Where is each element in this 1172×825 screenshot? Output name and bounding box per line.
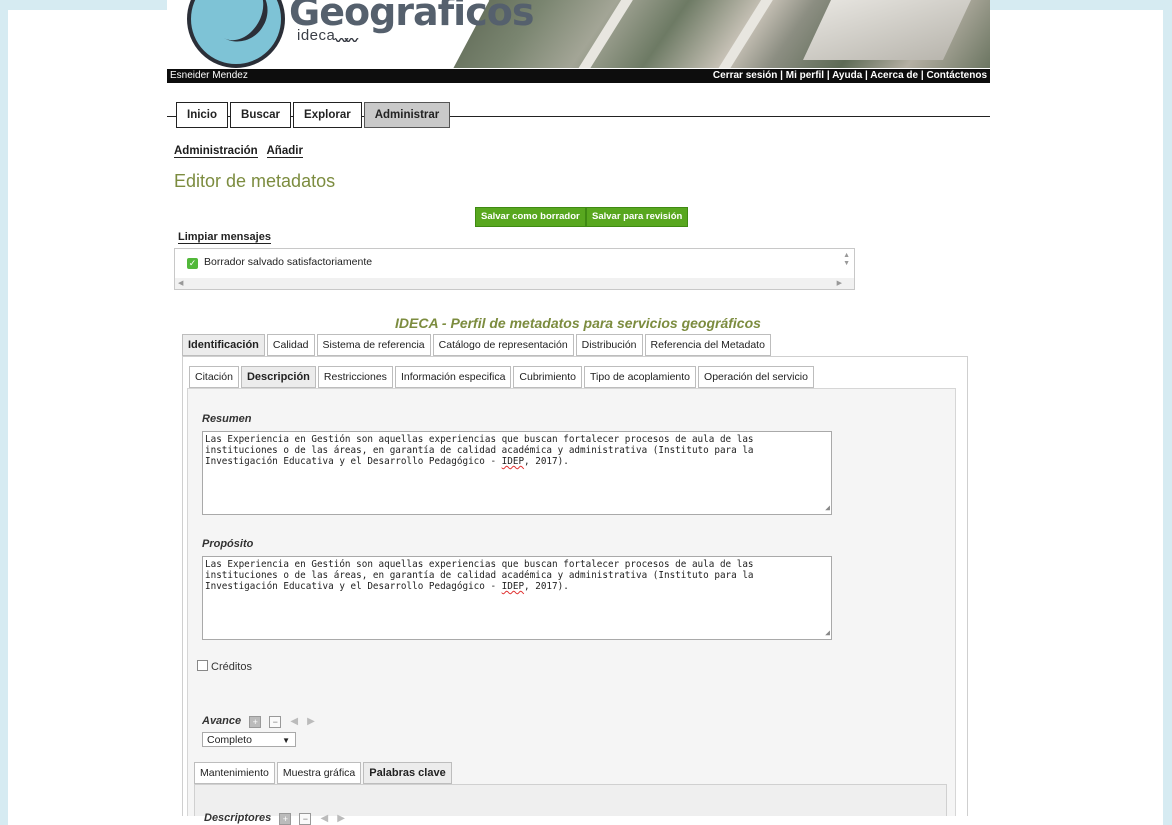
logo-waves-icon: 〰〰 (335, 33, 358, 48)
proposito-label: Propósito (202, 538, 254, 550)
my-profile-link[interactable]: Mi perfil (786, 70, 824, 81)
proposito-line: instituciones o de las áreas, en garantí… (205, 570, 754, 581)
scroll-down-icon[interactable]: ▼ (843, 260, 850, 267)
resumen-line: , 2017). (524, 456, 569, 467)
about-link[interactable]: Acerca de (870, 70, 918, 81)
proposito-line: , 2017). (524, 581, 569, 592)
tab-distribucion[interactable]: Distribución (575, 334, 643, 356)
main-nav: Inicio Buscar Explorar Administrar (176, 102, 452, 128)
proposito-line: Las Experiencia en Gestión son aquellas … (205, 559, 754, 570)
breadcrumb: Administración Añadir (174, 145, 309, 158)
logout-link[interactable]: Cerrar sesión (713, 70, 777, 81)
contact-link[interactable]: Contáctenos (926, 70, 987, 81)
resumen-textarea[interactable]: Las Experiencia en Gestión son aquellas … (202, 431, 832, 515)
horizontal-scrollbar[interactable]: ◀ ▶ (175, 278, 854, 289)
add-icon[interactable]: + (279, 813, 292, 825)
banner-road-graphic (571, 0, 633, 68)
avance-selected-value: Completo (207, 734, 252, 746)
inner-tabs: Mantenimiento Muestra gráfica Palabras c… (194, 762, 454, 784)
resumen-line: instituciones o de las áreas, en garantí… (205, 445, 754, 456)
avance-label: Avance (202, 715, 242, 727)
header-banner: Geograficos ideca 〰〰 (167, 0, 990, 68)
proposito-textarea[interactable]: Las Experiencia en Gestión son aquellas … (202, 556, 832, 640)
tab-descripcion[interactable]: Descripción (240, 366, 316, 388)
resumen-line: Investigación Educativa y el Desarrollo … (205, 456, 502, 467)
tab-muestra-grafica[interactable]: Muestra gráfica (276, 762, 362, 784)
scroll-right-icon[interactable]: ▶ (837, 279, 842, 287)
page-title: Editor de metadatos (174, 171, 336, 191)
nav-tab-buscar[interactable]: Buscar (230, 102, 292, 128)
user-name: Esneider Mendez (170, 70, 248, 81)
move-left-icon[interactable]: ◀ (320, 813, 328, 824)
move-right-icon[interactable]: ▶ (337, 813, 345, 824)
tab-tipo-acoplamiento[interactable]: Tipo de acoplamiento (584, 366, 697, 388)
creditos-label: Créditos (211, 661, 252, 673)
clear-messages-link[interactable]: Limpiar mensajes (178, 231, 271, 244)
resize-handle-icon[interactable]: ◢ (825, 627, 830, 638)
tab-informacion-especifica[interactable]: Información especifica (394, 366, 512, 388)
avance-row: Avance + − ◀ ▶ (202, 715, 315, 728)
resumen-line: Las Experiencia en Gestión son aquellas … (205, 434, 754, 445)
move-left-icon[interactable]: ◀ (290, 716, 298, 727)
tab-identificacion[interactable]: Identificación (182, 334, 265, 356)
creditos-field: Créditos (197, 660, 252, 673)
scroll-up-icon[interactable]: ▲ (843, 252, 850, 259)
tab-calidad[interactable]: Calidad (266, 334, 315, 356)
descriptores-label: Descriptores (204, 812, 272, 824)
breadcrumb-administracion[interactable]: Administración (174, 145, 258, 158)
scroll-left-icon[interactable]: ◀ (178, 279, 183, 287)
tab-mantenimiento[interactable]: Mantenimiento (194, 762, 275, 784)
tab-citacion[interactable]: Citación (189, 366, 239, 388)
creditos-checkbox[interactable] (197, 660, 208, 671)
nav-tab-inicio[interactable]: Inicio (176, 102, 229, 128)
help-link[interactable]: Ayuda (832, 70, 862, 81)
descriptores-row: Descriptores + − ◀ ▶ (204, 812, 345, 825)
save-draft-button[interactable]: Salvar como borrador (475, 207, 586, 227)
tab-referencia-metadato[interactable]: Referencia del Metadato (644, 334, 771, 356)
globe-logo-icon (187, 0, 285, 68)
message-item: ✓ Borrador salvado satisfactoriamente (187, 256, 372, 269)
logo-subtitle: ideca (297, 27, 336, 44)
move-right-icon[interactable]: ▶ (307, 716, 315, 727)
resize-handle-icon[interactable]: ◢ (825, 502, 830, 513)
messages-box: ✓ Borrador salvado satisfactoriamente ▲ ▼… (174, 248, 855, 290)
tab-cubrimiento[interactable]: Cubrimiento (513, 366, 583, 388)
nav-tab-explorar[interactable]: Explorar (293, 102, 362, 128)
tab-restricciones[interactable]: Restricciones (317, 366, 393, 388)
remove-icon[interactable]: − (269, 716, 282, 728)
nav-tab-administrar[interactable]: Administrar (363, 102, 451, 128)
proposito-line: Investigación Educativa y el Desarrollo … (205, 581, 502, 592)
sub-tabs: Citación Descripción Restricciones Infor… (189, 366, 816, 388)
banner-building-graphic (803, 0, 971, 60)
banner-road-graphic (711, 0, 773, 68)
resumen-label: Resumen (202, 413, 252, 425)
save-review-button[interactable]: Salvar para revisión (586, 207, 689, 227)
tab-sistema-referencia[interactable]: Sistema de referencia (316, 334, 431, 356)
message-text: Borrador salvado satisfactoriamente (204, 256, 373, 268)
tab-catalogo-representacion[interactable]: Catálogo de representación (432, 334, 574, 356)
proposito-misspelled-word: IDEP (501, 581, 525, 592)
add-icon[interactable]: + (249, 716, 262, 728)
remove-icon[interactable]: − (299, 813, 312, 825)
tab-operacion-servicio[interactable]: Operación del servicio (698, 366, 814, 388)
breadcrumb-anadir[interactable]: Añadir (266, 145, 303, 158)
resumen-misspelled-word: IDEP (501, 456, 525, 467)
profile-title: IDECA - Perfil de metadatos para servici… (395, 315, 761, 331)
check-icon: ✓ (187, 258, 198, 269)
tab-palabras-clave[interactable]: Palabras clave (363, 762, 452, 784)
avance-select[interactable]: Completo ▼ (202, 732, 296, 747)
section-tabs: Identificación Calidad Sistema de refere… (182, 334, 773, 356)
user-bar: Esneider Mendez Cerrar sesión | Mi perfi… (167, 69, 990, 83)
chevron-down-icon: ▼ (282, 736, 290, 745)
header-links: Cerrar sesión | Mi perfil | Ayuda | Acer… (712, 70, 987, 81)
